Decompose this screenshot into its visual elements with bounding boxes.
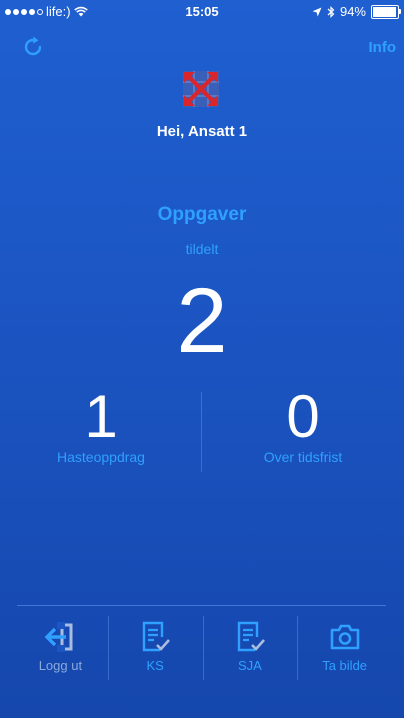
logout-icon [44,622,73,652]
urgent-tasks-count: 1 [84,383,118,450]
overdue-tasks-count: 0 [286,383,320,450]
take-photo-label: Ta bilde [322,658,368,673]
assigned-task-count[interactable]: 2 [0,275,404,367]
tabbar-divider [17,605,386,606]
refresh-icon[interactable] [21,35,45,59]
checklist-icon [142,621,171,652]
urgent-tasks-stat[interactable]: 1 Hasteoppdrag [0,383,202,466]
logout-label: Logg ut [38,658,83,673]
logout-button[interactable]: Logg ut [13,616,108,680]
status-bar: life:) 15:05 94% [0,0,404,24]
tasks-title[interactable]: Oppgaver [0,204,404,226]
overdue-tasks-label: Over tidsfrist [263,449,343,465]
checklist-icon [237,621,265,652]
tasks-subtitle: tildelt [185,241,219,257]
tab-bar: Logg ut KS SJA Ta bilde [13,616,392,680]
ks-label: KS [146,658,164,673]
camera-icon [330,624,359,650]
bluetooth-icon [327,5,335,18]
take-photo-button[interactable]: Ta bilde [297,616,392,680]
battery-icon [371,4,401,19]
ks-button[interactable]: KS [107,616,203,680]
overdue-tasks-stat[interactable]: 0 Over tidsfrist [202,383,404,466]
sja-button[interactable]: SJA [202,616,298,680]
status-right: 94% [312,4,401,19]
sja-label: SJA [237,658,262,673]
greeting-text: Hei, Ansatt 1 [156,123,248,140]
location-icon [312,7,322,16]
company-logo-icon [183,71,219,107]
info-button[interactable]: Info [369,39,397,56]
battery-fill [373,6,396,17]
urgent-tasks-label: Hasteoppdrag [57,449,145,465]
battery-percent: 94% [339,4,366,19]
